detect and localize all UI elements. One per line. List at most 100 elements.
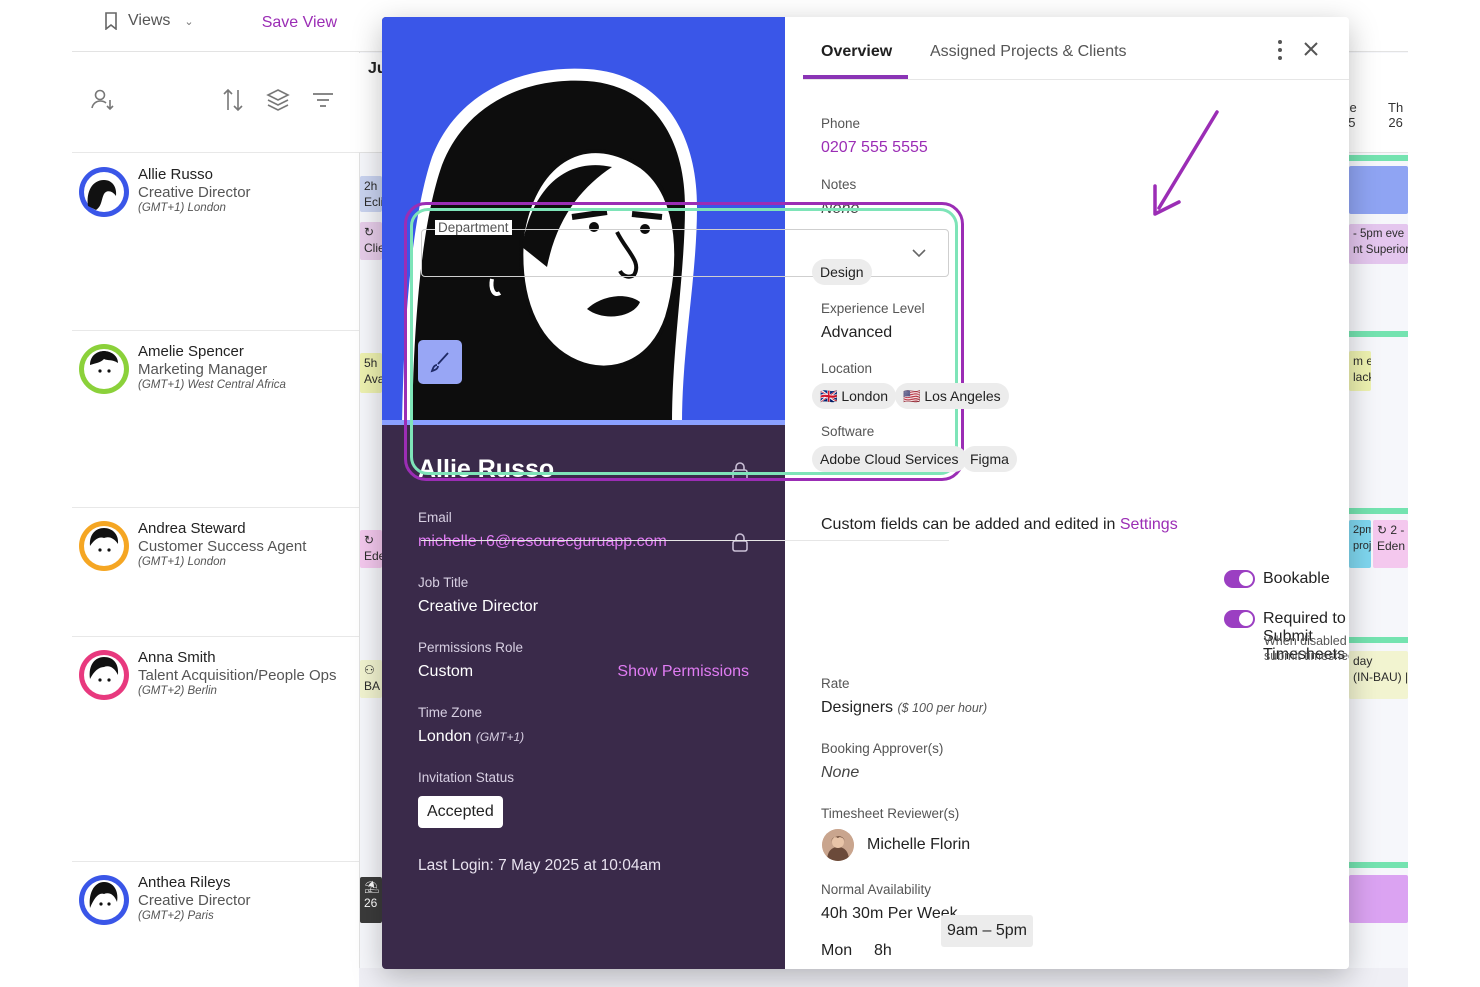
person-name: Anna Smith — [138, 649, 216, 666]
lock-icon — [732, 533, 748, 552]
person-timezone: (GMT+2) Berlin — [138, 685, 217, 697]
booking-block[interactable] — [1349, 166, 1408, 214]
person-timezone: (GMT+1) London — [138, 202, 226, 214]
person-name: Amelie Spencer — [138, 343, 244, 360]
custom-fields-note: Custom fields can be added and edited in… — [821, 516, 1178, 533]
rate-label: Rate — [821, 676, 850, 691]
availability-value: 40h 30m Per Week — [821, 905, 958, 922]
day-header-thursday[interactable]: Th 26 — [1388, 100, 1403, 130]
person-row[interactable]: Allie Russo Creative Director (GMT+1) Lo… — [72, 154, 359, 331]
person-timezone: (GMT+2) Paris — [138, 910, 214, 922]
availability-strip — [1349, 862, 1408, 868]
software-chip-adobe: Adobe Cloud Services — [812, 446, 967, 472]
person-role: Talent Acquisition/People Ops — [138, 667, 337, 684]
availability-day-hours: 8h — [874, 942, 892, 959]
booking-block[interactable]: m elack — [1349, 351, 1371, 391]
email-value[interactable]: michelle+6@resourecguruapp.com — [418, 533, 667, 551]
booking-block[interactable]: ⚇ BA — [360, 660, 382, 698]
people-panel: Views ⌄ Save View Allie Russo Creative D… — [72, 0, 359, 987]
bookable-toggle[interactable] — [1224, 570, 1255, 588]
booking-block[interactable]: 2h Ecli — [360, 176, 382, 212]
email-label: Email — [418, 510, 452, 525]
reviewer-avatar — [822, 829, 854, 861]
settings-link[interactable]: Settings — [1120, 516, 1178, 533]
add-person-sort-icon[interactable] — [90, 87, 116, 113]
booking-block[interactable]: ↻ 2 -Eden ( — [1373, 520, 1408, 568]
person-role: Marketing Manager — [138, 361, 268, 378]
availability-strip — [1349, 155, 1408, 161]
location-chip-los-angeles: 🇺🇸 Los Angeles — [895, 383, 1009, 409]
people-tools — [72, 53, 359, 153]
reviewer-name: Michelle Florin — [867, 836, 971, 853]
availability-strip — [1349, 637, 1408, 643]
person-name: Allie Russo — [138, 166, 214, 183]
details-panel: Overview Assigned Projects & Clients Pho… — [785, 17, 1349, 969]
department-label: Department — [435, 220, 512, 235]
timesheets-help: When disabled this person won't appear u… — [1264, 634, 1349, 663]
location-chip-london: 🇬🇧 London — [812, 383, 897, 409]
availability-strip — [1349, 508, 1408, 514]
views-label: Views — [128, 12, 171, 29]
availability-label: Normal Availability — [821, 882, 932, 897]
person-role: Creative Director — [138, 184, 251, 201]
person-row[interactable]: Amelie Spencer Marketing Manager (GMT+1)… — [72, 331, 359, 508]
person-avatar — [79, 650, 129, 700]
views-bar: Views ⌄ Save View — [72, 0, 359, 52]
close-icon[interactable] — [1301, 39, 1321, 59]
person-row[interactable]: Andrea Steward Customer Success Agent (G… — [72, 508, 359, 637]
chevron-down-icon[interactable] — [912, 248, 926, 258]
invitation-label: Invitation Status — [418, 770, 515, 785]
reviewer-label: Timesheet Reviewer(s) — [821, 806, 960, 821]
sort-icon[interactable] — [220, 87, 246, 113]
chevron-down-icon: ⌄ — [184, 15, 194, 28]
job-title-label: Job Title — [418, 575, 469, 590]
tab-bar: Overview Assigned Projects & Clients — [803, 17, 1349, 80]
booking-block[interactable]: day (IN-BAU) | — [1349, 651, 1408, 699]
availability-day: Mon — [821, 942, 853, 959]
person-role: Customer Success Agent — [138, 538, 307, 555]
approver-value: None — [821, 764, 860, 781]
timesheets-toggle[interactable] — [1224, 610, 1255, 628]
booking-block[interactable]: ↻Ede — [360, 530, 382, 568]
more-options-icon[interactable] — [1277, 39, 1283, 61]
last-login: Last Login: 7 May 2025 at 10:04am — [418, 857, 661, 874]
person-avatar — [79, 521, 129, 571]
availability-strip — [1349, 331, 1408, 337]
phone-label: Phone — [821, 116, 861, 131]
person-row[interactable]: Anna Smith Talent Acquisition/People Ops… — [72, 637, 359, 862]
booking-block[interactable] — [1349, 875, 1408, 923]
software-chip-figma: Figma — [962, 446, 1017, 472]
booking-block[interactable]: - 5pm eve nt Superior — [1349, 224, 1408, 264]
layers-icon[interactable] — [265, 87, 291, 113]
bookmark-icon — [105, 12, 117, 30]
permissions-value: Custom — [418, 663, 474, 680]
annotation-arrow-icon — [1153, 110, 1219, 216]
person-name: Andrea Steward — [138, 520, 246, 537]
tab-overview[interactable]: Overview — [821, 43, 892, 61]
person-timezone: (GMT+1) London — [138, 556, 226, 568]
booking-block[interactable]: 5h Ava — [360, 353, 382, 393]
page-margin — [1408, 0, 1480, 987]
timezone-value: London (GMT+1) — [418, 728, 525, 745]
timezone-label: Time Zone — [418, 705, 483, 720]
schedule-bottom-row — [359, 968, 1408, 987]
booking-block[interactable]: 2pm proj — [1349, 520, 1371, 568]
rate-value: Designers ($ 100 per hour) — [821, 699, 988, 716]
bookable-label: Bookable — [1263, 570, 1330, 587]
save-view-link[interactable]: Save View — [262, 14, 337, 32]
invitation-status-badge: Accepted — [418, 796, 503, 828]
booking-block[interactable]: ↻ Clie — [360, 222, 382, 260]
show-permissions-link[interactable]: Show Permissions — [617, 663, 749, 681]
profile-panel: Allie Russo Email michelle+6@resourecgur… — [382, 17, 785, 969]
person-avatar — [79, 875, 129, 925]
section-divider — [421, 540, 949, 541]
booking-block[interactable]: ⛱ 26 — [360, 877, 382, 923]
phone-value[interactable]: 0207 555 5555 — [821, 139, 928, 157]
person-avatar — [79, 167, 129, 217]
filter-icon[interactable] — [310, 87, 336, 113]
availability-time-range: 9am – 5pm — [941, 915, 1033, 947]
person-row[interactable]: Anthea Rileys Creative Director (GMT+2) … — [72, 862, 359, 987]
permissions-label: Permissions Role — [418, 640, 524, 655]
views-dropdown[interactable]: Views ⌄ — [104, 12, 194, 30]
tab-assigned-projects[interactable]: Assigned Projects & Clients — [930, 43, 1127, 61]
